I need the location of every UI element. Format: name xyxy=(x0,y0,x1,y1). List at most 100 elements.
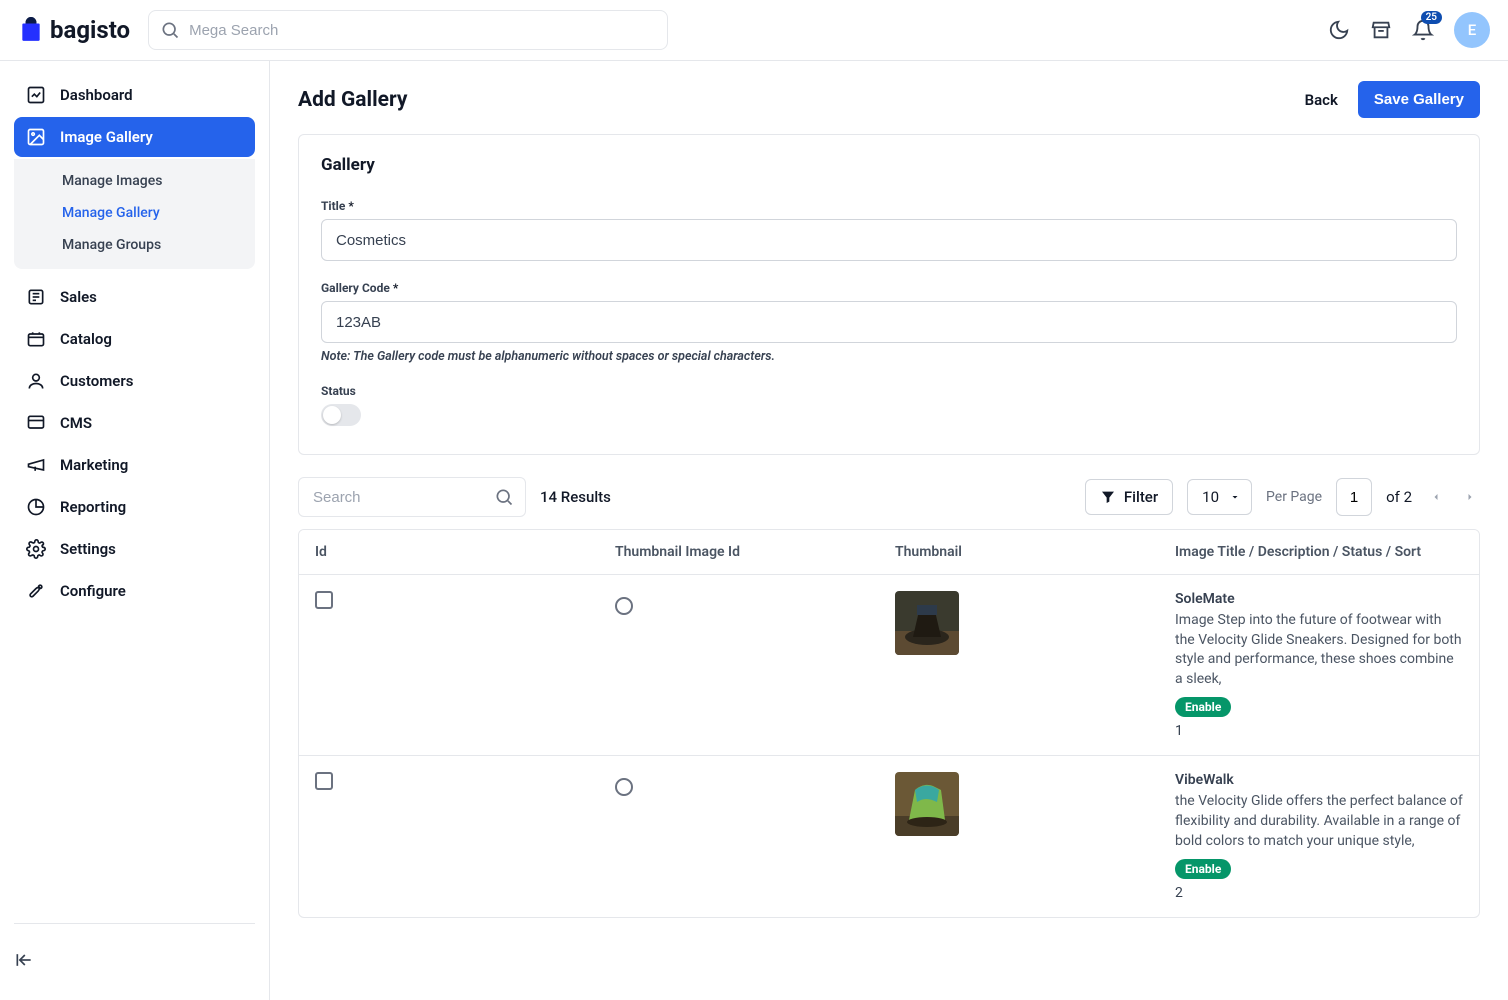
search-icon xyxy=(160,20,180,40)
dashboard-icon xyxy=(26,85,46,105)
sidebar-item-label: Configure xyxy=(60,582,126,600)
configure-icon xyxy=(26,581,46,601)
th-thumbnail: Thumbnail xyxy=(879,530,1159,574)
row-description: the Velocity Glide offers the perfect ba… xyxy=(1175,792,1463,851)
images-table: Id Thumbnail Image Id Thumbnail Image Ti… xyxy=(298,529,1480,918)
status-field: Status xyxy=(321,384,1457,426)
status-label: Status xyxy=(321,384,1457,398)
th-id: Id xyxy=(299,530,599,574)
sidebar-item-label: Image Gallery xyxy=(60,128,153,146)
sidebar-item-settings[interactable]: Settings xyxy=(14,529,255,569)
row-checkbox[interactable] xyxy=(315,772,333,790)
thumbnail-image xyxy=(895,591,959,655)
cms-icon xyxy=(26,413,46,433)
page-size-select[interactable]: 10 xyxy=(1187,479,1252,515)
filter-label: Filter xyxy=(1124,488,1158,506)
table-row: VibeWalk the Velocity Glide offers the p… xyxy=(299,756,1479,917)
sidebar-item-label: Settings xyxy=(60,540,116,558)
avatar[interactable]: E xyxy=(1454,12,1490,48)
sidebar-item-catalog[interactable]: Catalog xyxy=(14,319,255,359)
mega-search xyxy=(148,10,668,50)
main-content: Add Gallery Back Save Gallery Gallery Ti… xyxy=(270,61,1508,1000)
dark-mode-icon[interactable] xyxy=(1328,19,1350,41)
subnav-manage-groups[interactable]: Manage Groups xyxy=(14,229,255,261)
page-size-value: 10 xyxy=(1202,488,1219,506)
sidebar-item-reporting[interactable]: Reporting xyxy=(14,487,255,527)
row-description: Image Step into the future of footwear w… xyxy=(1175,611,1463,689)
th-meta: Image Title / Description / Status / Sor… xyxy=(1159,530,1479,574)
sidebar-item-label: Catalog xyxy=(60,330,112,348)
notifications-icon[interactable]: 25 xyxy=(1412,19,1434,41)
gallery-code-note: Note: The Gallery code must be alphanume… xyxy=(321,349,1457,364)
customers-icon xyxy=(26,371,46,391)
sidebar-item-image-gallery[interactable]: Image Gallery xyxy=(14,117,255,157)
subnav-manage-gallery[interactable]: Manage Gallery xyxy=(14,197,255,229)
sidebar-item-sales[interactable]: Sales xyxy=(14,277,255,317)
settings-icon xyxy=(26,539,46,559)
sidebar-item-label: Marketing xyxy=(60,456,128,474)
gallery-code-label: Gallery Code * xyxy=(321,281,1457,295)
collapse-sidebar-icon[interactable] xyxy=(14,930,255,990)
page-header: Add Gallery Back Save Gallery xyxy=(298,81,1480,118)
row-sort: 1 xyxy=(1175,723,1463,739)
sales-icon xyxy=(26,287,46,307)
search-icon xyxy=(494,487,514,507)
topbar: bagisto 25 E xyxy=(0,0,1508,61)
sidebar-item-label: CMS xyxy=(60,414,92,432)
sidebar: Dashboard Image Gallery Manage Images Ma… xyxy=(0,61,270,1000)
row-title: SoleMate xyxy=(1175,591,1463,607)
bag-icon xyxy=(18,17,44,43)
notification-badge: 25 xyxy=(1421,11,1442,24)
table-row: SoleMate Image Step into the future of f… xyxy=(299,575,1479,756)
gallery-form-card: Gallery Title * Gallery Code * Note: The… xyxy=(298,134,1480,455)
table-header: Id Thumbnail Image Id Thumbnail Image Ti… xyxy=(299,530,1479,575)
table-toolbar: 14 Results Filter 10 Per Page of 2 xyxy=(298,477,1480,517)
of-pages-label: of 2 xyxy=(1386,488,1412,506)
table-search xyxy=(298,477,526,517)
sidebar-item-cms[interactable]: CMS xyxy=(14,403,255,443)
sidebar-item-customers[interactable]: Customers xyxy=(14,361,255,401)
filter-icon xyxy=(1100,489,1116,505)
brand-name: bagisto xyxy=(50,16,130,44)
sidebar-subnav: Manage Images Manage Gallery Manage Grou… xyxy=(14,159,255,269)
sidebar-item-label: Customers xyxy=(60,372,133,390)
status-badge: Enable xyxy=(1175,859,1231,879)
gallery-code-input[interactable] xyxy=(321,301,1457,343)
sidebar-item-label: Sales xyxy=(60,288,97,306)
title-label: Title * xyxy=(321,199,1457,213)
per-page-label: Per Page xyxy=(1266,489,1322,505)
status-badge: Enable xyxy=(1175,697,1231,717)
sidebar-item-label: Reporting xyxy=(60,498,126,516)
back-button[interactable]: Back xyxy=(1305,91,1338,109)
status-toggle[interactable] xyxy=(321,404,361,426)
sidebar-item-configure[interactable]: Configure xyxy=(14,571,255,611)
image-icon xyxy=(26,127,46,147)
topbar-actions: 25 E xyxy=(1328,12,1490,48)
row-title: VibeWalk xyxy=(1175,772,1463,788)
th-thumbnail-image-id: Thumbnail Image Id xyxy=(599,530,879,574)
page-number-input[interactable] xyxy=(1336,478,1372,516)
prev-page-icon[interactable] xyxy=(1426,487,1446,507)
sidebar-item-dashboard[interactable]: Dashboard xyxy=(14,75,255,115)
next-page-icon[interactable] xyxy=(1460,487,1480,507)
reporting-icon xyxy=(26,497,46,517)
marketing-icon xyxy=(26,455,46,475)
row-checkbox[interactable] xyxy=(315,591,333,609)
catalog-icon xyxy=(26,329,46,349)
results-count: 14 Results xyxy=(540,488,611,506)
store-icon[interactable] xyxy=(1370,19,1392,41)
thumbnail-image xyxy=(895,772,959,836)
sidebar-item-label: Dashboard xyxy=(60,86,133,104)
chevron-down-icon xyxy=(1229,491,1241,503)
sidebar-item-marketing[interactable]: Marketing xyxy=(14,445,255,485)
card-title: Gallery xyxy=(321,155,1457,175)
subnav-manage-images[interactable]: Manage Images xyxy=(14,165,255,197)
save-gallery-button[interactable]: Save Gallery xyxy=(1358,81,1480,118)
table-search-input[interactable] xyxy=(298,477,526,517)
mega-search-input[interactable] xyxy=(148,10,668,50)
row-radio[interactable] xyxy=(615,778,633,796)
title-input[interactable] xyxy=(321,219,1457,261)
filter-button[interactable]: Filter xyxy=(1085,479,1173,515)
brand-logo[interactable]: bagisto xyxy=(18,16,130,44)
row-radio[interactable] xyxy=(615,597,633,615)
